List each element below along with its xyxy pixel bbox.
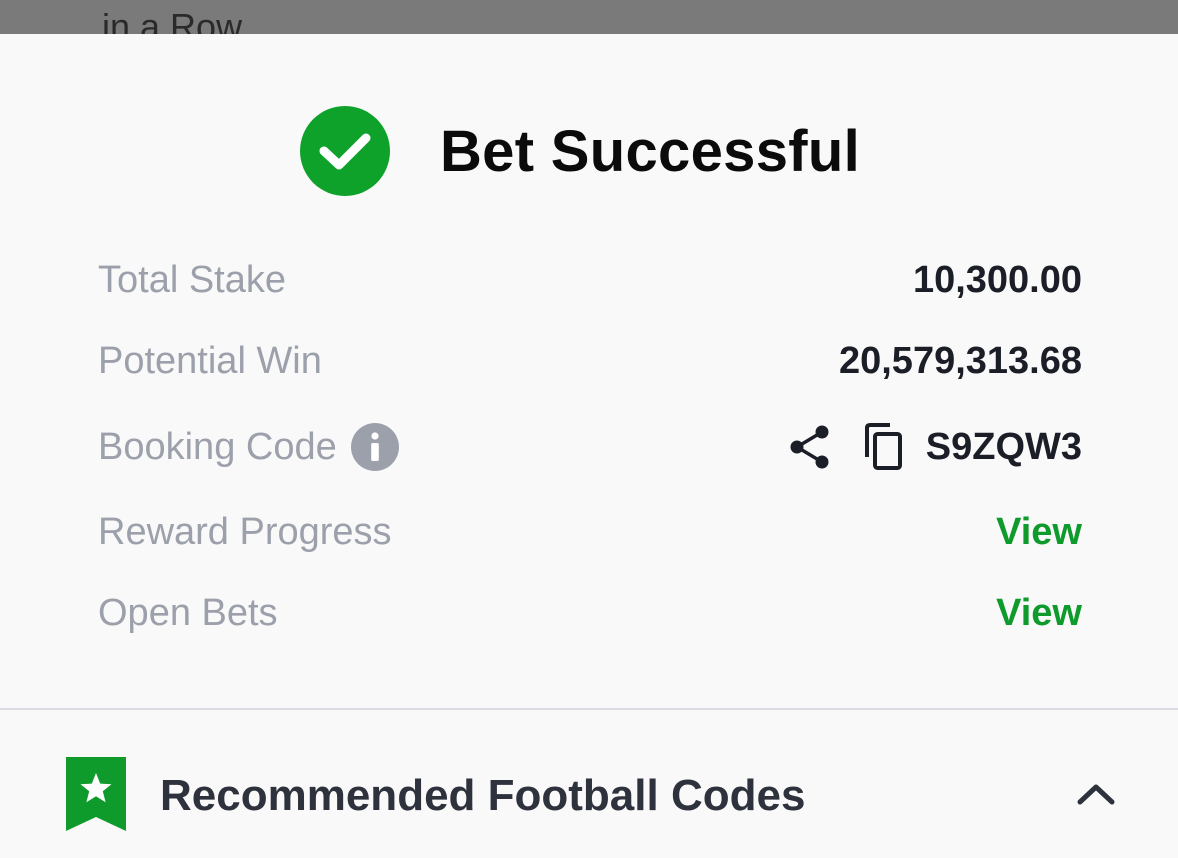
success-header: Bet Successful bbox=[300, 106, 860, 196]
chevron-up-icon[interactable] bbox=[1076, 782, 1116, 811]
bet-success-sheet: Bet Successful Total Stake 10,300.00 Pot… bbox=[0, 34, 1178, 858]
background-page: in a Row bbox=[0, 0, 1178, 34]
open-bets-row: Open Bets View bbox=[98, 583, 1082, 643]
open-bets-view-link[interactable]: View bbox=[996, 592, 1082, 635]
total-stake-row: Total Stake 10,300.00 bbox=[98, 250, 1082, 310]
total-stake-label: Total Stake bbox=[98, 258, 286, 301]
booking-code-label-group: Booking Code bbox=[98, 423, 399, 471]
reward-progress-view-link[interactable]: View bbox=[996, 511, 1082, 554]
background-text: in a Row bbox=[102, 6, 243, 34]
open-bets-label: Open Bets bbox=[98, 591, 278, 634]
star-bookmark-icon bbox=[66, 756, 126, 836]
reward-progress-row: Reward Progress View bbox=[98, 502, 1082, 562]
total-stake-value: 10,300.00 bbox=[912, 258, 1082, 301]
potential-win-label: Potential Win bbox=[98, 339, 322, 382]
section-divider bbox=[0, 708, 1178, 710]
page-title: Bet Successful bbox=[440, 118, 861, 184]
reward-progress-label: Reward Progress bbox=[98, 510, 392, 553]
recommended-codes-header[interactable]: Recommended Football Codes bbox=[66, 756, 1116, 836]
booking-code-label: Booking Code bbox=[98, 425, 337, 468]
copy-icon[interactable] bbox=[862, 423, 904, 471]
booking-code-row: Booking Code S9ZQW3 bbox=[98, 417, 1082, 477]
booking-code-actions: S9ZQW3 bbox=[788, 423, 1082, 471]
recommended-codes-title: Recommended Football Codes bbox=[160, 771, 806, 820]
info-icon[interactable] bbox=[350, 423, 399, 471]
check-circle-icon bbox=[300, 106, 390, 196]
share-icon[interactable] bbox=[788, 424, 832, 470]
booking-code-value[interactable]: S9ZQW3 bbox=[926, 426, 1082, 469]
potential-win-row: Potential Win 20,579,313.68 bbox=[98, 331, 1082, 391]
potential-win-value: 20,579,313.68 bbox=[838, 339, 1082, 382]
